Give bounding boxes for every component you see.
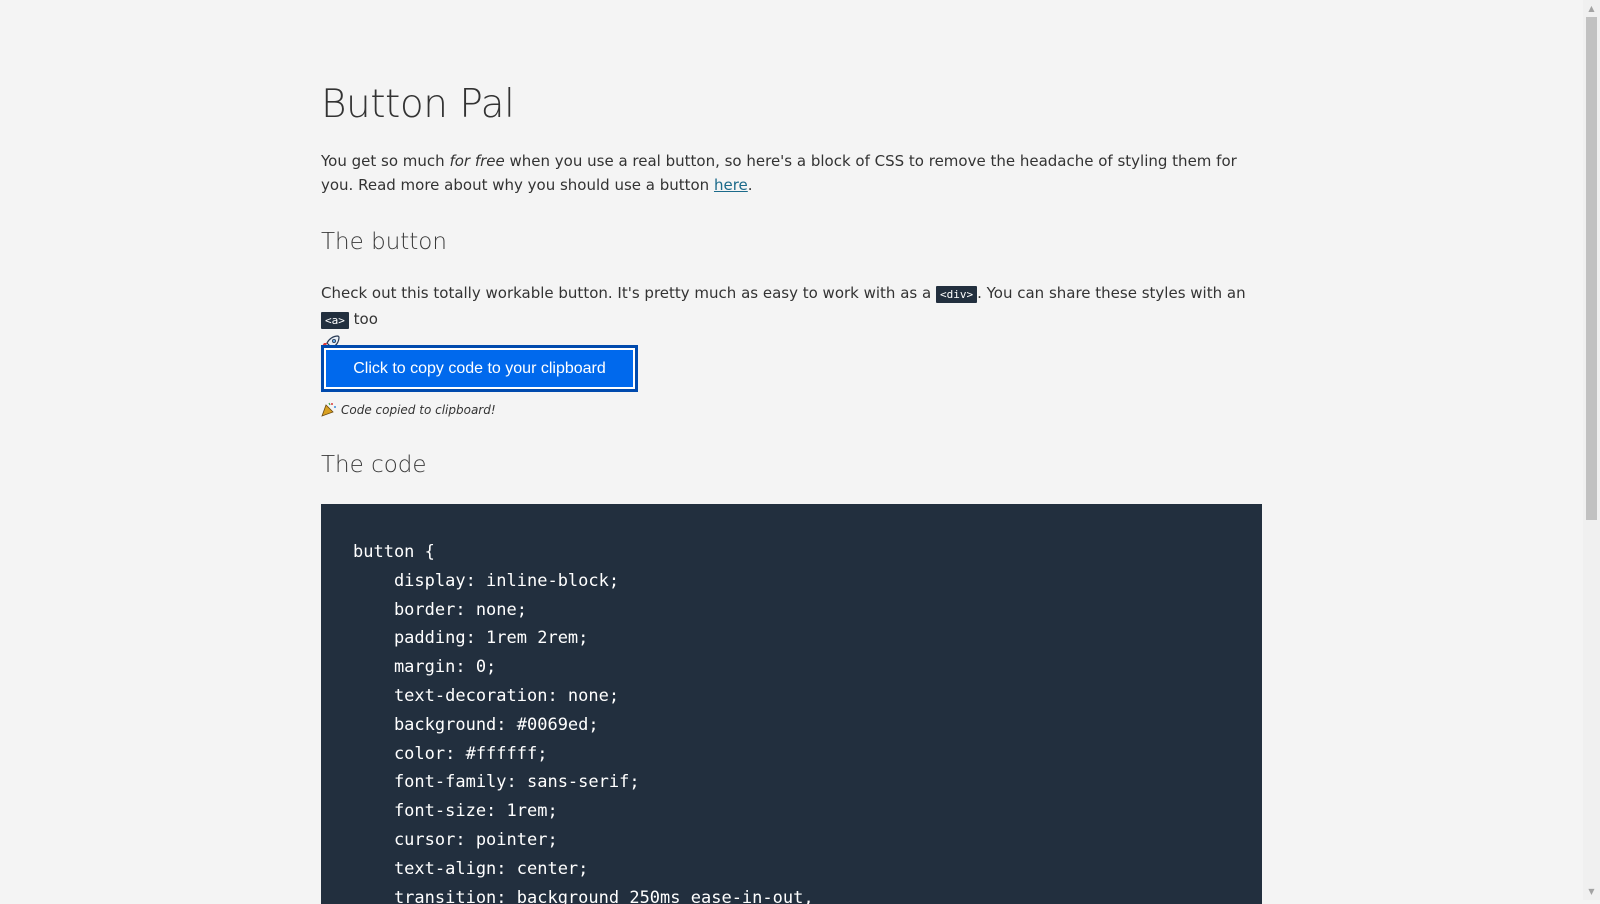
code-line: button { bbox=[353, 542, 435, 562]
inline-code-a: <a> bbox=[321, 312, 349, 329]
intro-paragraph: You get so much for free when you use a … bbox=[321, 149, 1261, 197]
code-line: cursor: pointer; bbox=[353, 829, 558, 850]
code-line: background: #0069ed; bbox=[353, 714, 599, 735]
scroll-up-arrow-icon[interactable]: ▲ bbox=[1583, 0, 1600, 17]
code-line: text-align: center; bbox=[353, 858, 589, 879]
intro-emphasis: for free bbox=[449, 152, 505, 170]
page-title: Button Pal bbox=[321, 82, 515, 127]
section-heading-code: The code bbox=[321, 452, 427, 478]
intro-text-before: You get so much bbox=[321, 152, 450, 170]
intro-end: . bbox=[747, 176, 753, 194]
code-block[interactable]: button { display: inline-block; border: … bbox=[321, 504, 1262, 904]
code-line: font-size: 1rem; bbox=[353, 801, 558, 822]
desc-text-middle: . You can share these styles with an bbox=[977, 284, 1246, 302]
here-link[interactable]: here bbox=[714, 176, 748, 194]
code-line: text-decoration: none; bbox=[353, 685, 620, 706]
inline-code-div: <div> bbox=[935, 286, 978, 303]
desc-text-after: too bbox=[348, 310, 378, 328]
copy-code-button[interactable]: Click to copy code to your clipboard bbox=[321, 345, 638, 392]
scroll-down-arrow-icon[interactable]: ▼ bbox=[1583, 883, 1600, 900]
code-line: transition: background 250ms ease-in-out… bbox=[353, 887, 814, 904]
code-line: border: none; bbox=[353, 599, 527, 620]
scrollbar-thumb[interactable] bbox=[1586, 17, 1597, 520]
copied-message: Code copied to clipboard! bbox=[321, 401, 496, 417]
party-popper-icon bbox=[321, 401, 337, 417]
code-line: font-family: sans-serif; bbox=[353, 772, 640, 793]
code-line: color: #ffffff; bbox=[353, 743, 548, 764]
vertical-scrollbar[interactable]: ▲ ▼ bbox=[1583, 0, 1600, 900]
desc-text-before: Check out this totally workable button. … bbox=[321, 284, 936, 302]
section-heading-button: The button bbox=[321, 229, 447, 255]
code-line: margin: 0; bbox=[353, 657, 497, 678]
code-line: display: inline-block; bbox=[353, 570, 620, 591]
copied-message-text: Code copied to clipboard! bbox=[341, 403, 496, 417]
code-line: padding: 1rem 2rem; bbox=[353, 628, 589, 649]
